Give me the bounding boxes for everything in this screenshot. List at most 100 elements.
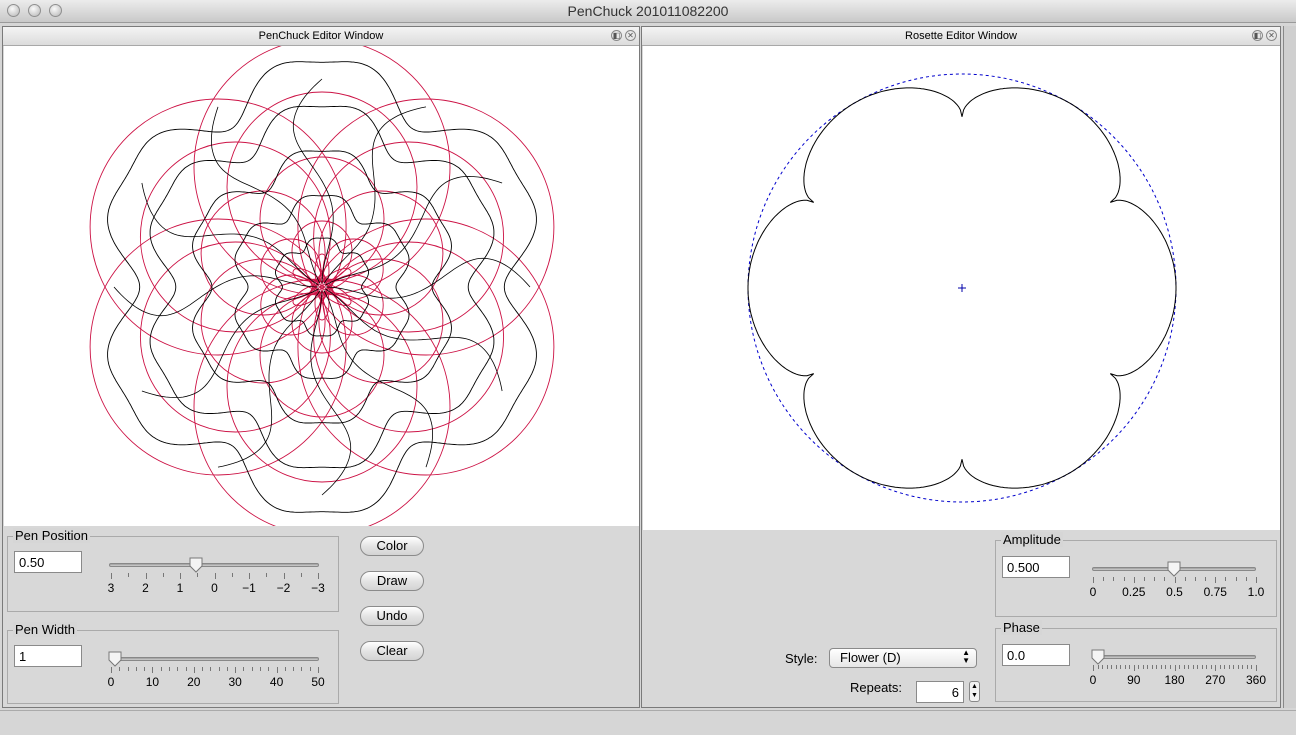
pen-ring [318,190,444,316]
slider-tick [1256,665,1257,671]
pen-width-field[interactable]: 1 [14,645,82,667]
pen-width-slider-track[interactable] [109,657,319,661]
slider-tick [1179,665,1181,669]
slider-tick [300,573,302,577]
pen-ring [89,218,347,476]
slider-tick [309,667,311,671]
slider-tick [1246,665,1248,669]
slider-tick [318,667,319,673]
slider-tick-label: 50 [311,675,325,689]
slider-tick-label: 3 [107,581,115,595]
slider-tick [160,667,162,671]
slider-tick [218,667,220,671]
pen-ring [200,190,326,316]
pen-ring [297,98,555,356]
slider-tick [144,667,146,671]
slider-tick [1113,577,1115,581]
detach-icon[interactable]: ◧ [1252,30,1263,41]
draw-button[interactable]: Draw [360,571,424,591]
slider-tick [168,667,170,671]
undo-button[interactable]: Undo [360,606,424,626]
pen-ring [193,278,451,536]
slider-tick [1123,577,1125,581]
pen-spoke [323,106,427,284]
slider-tick [251,667,253,671]
slider-tick [1237,665,1239,669]
slider-tick [1225,577,1227,581]
pen-ring [297,218,555,476]
repeats-stepper[interactable]: ▲ ▼ [969,681,980,702]
pen-position-slider-track[interactable] [109,563,319,567]
pen-position-slider-thumb[interactable] [189,557,203,573]
repeats-label: Repeats: [850,680,903,695]
penchuck-window-title: PenChuck Editor Window [258,30,384,42]
phase-label: Phase [1001,620,1042,635]
slider-tick [180,573,181,579]
slider-tick [1133,577,1135,583]
slider-tick [1188,665,1190,669]
amplitude-field[interactable]: 0.500 [1002,556,1070,578]
slider-tick [268,667,270,671]
slider-tick [1194,577,1196,581]
rosette-window-title-bar: Rosette Editor Window ◧ ✕ [642,27,1280,46]
slider-tick [235,667,237,673]
slider-tick [1143,577,1145,581]
color-button[interactable]: Color [360,536,424,556]
slider-tick [260,667,262,671]
pen-ring [193,38,451,296]
slider-tick [127,667,129,671]
rosette-canvas[interactable] [643,46,1280,530]
amplitude-slider-thumb[interactable] [1167,561,1181,577]
slider-tick [301,667,303,671]
slider-tick [1165,665,1167,669]
penchuck-drawing-canvas[interactable] [4,38,639,536]
slider-tick [1133,665,1135,671]
pen-ring [226,91,418,283]
repeats-field[interactable]: 6 [916,681,964,703]
slider-tick-label: 0 [1089,673,1097,687]
rosette-editor-window: Rosette Editor Window ◧ ✕ Amplitude 0.50… [641,26,1281,708]
pen-spoke [292,78,334,284]
slider-tick [1184,577,1186,581]
slider-tick [1142,665,1144,669]
app-title-bar: PenChuck 201011082200 [0,0,1296,23]
phase-slider-thumb[interactable] [1091,649,1105,665]
phase-slider-track[interactable] [1092,655,1256,659]
penchuck-editor-window: PenChuck Editor Window ◧ ✕ Pen Position … [2,26,640,708]
slider-tick [293,667,295,671]
slider-tick-label: −3 [311,581,325,595]
pen-position-group: Pen Position 0.50 3 2 1 0 −1 −2 −3 [7,528,339,612]
slider-tick [1093,665,1094,671]
close-icon[interactable]: ✕ [625,30,636,41]
phase-field[interactable]: 0.0 [1002,644,1070,666]
slider-tick [1106,665,1108,669]
slider-tick [135,667,137,671]
select-arrows-icon: ▲ ▼ [962,648,970,665]
pen-spoke [310,290,352,496]
style-select[interactable]: Flower (D) ▲ ▼ [829,648,977,668]
slider-tick [1183,665,1185,669]
slider-tick [1160,665,1162,669]
slider-tick [1235,577,1237,581]
slider-tick-label: 40 [269,675,284,689]
slider-tick [1197,665,1199,669]
pen-width-slider-thumb[interactable] [108,651,122,667]
slider-tick-label: 0 [107,675,115,689]
slider-tick [152,667,154,673]
clear-button[interactable]: Clear [360,641,424,661]
detach-icon[interactable]: ◧ [611,30,622,41]
slider-tick-label: 1.0 [1247,585,1265,599]
slider-tick [1245,577,1247,581]
slider-tick-label: 1 [176,581,184,595]
amplitude-label: Amplitude [1001,532,1063,547]
slider-tick [1102,665,1104,669]
slider-tick [1174,665,1176,671]
slider-tick [1154,577,1156,581]
pen-star-curve [192,150,452,424]
close-icon[interactable]: ✕ [1266,30,1277,41]
pen-position-label: Pen Position [13,528,90,543]
slider-tick [214,573,216,579]
pen-position-field[interactable]: 0.50 [14,551,82,573]
slider-tick [119,667,121,671]
slider-tick [1205,577,1207,581]
